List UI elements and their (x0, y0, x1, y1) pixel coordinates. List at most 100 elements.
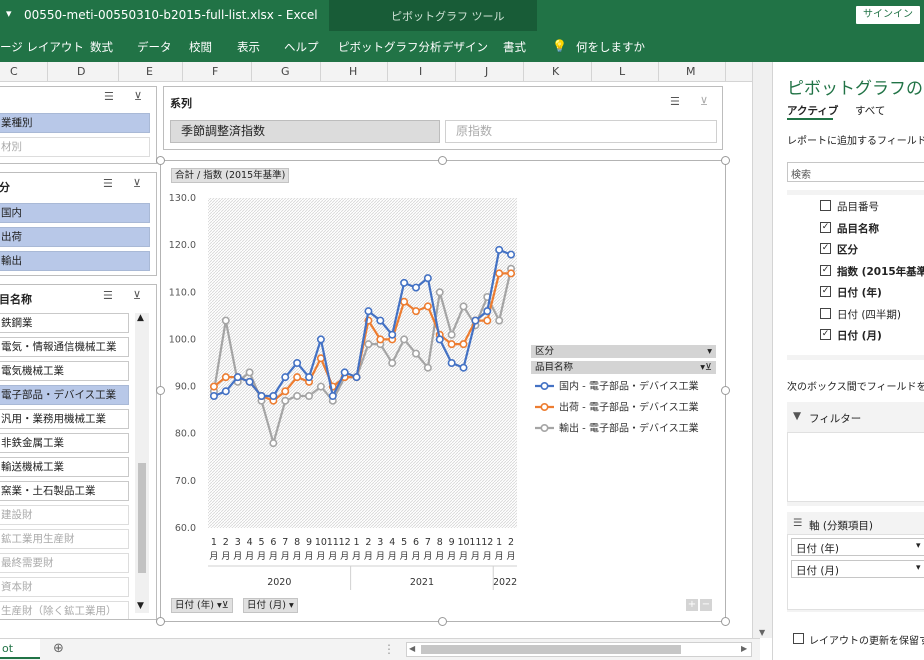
field-label[interactable]: 区分 (837, 242, 858, 257)
col-header[interactable]: G (281, 65, 290, 78)
tab-page-layout[interactable]: ージ レイアウト (0, 39, 84, 55)
multi-select-icon[interactable]: ☰ (103, 177, 113, 190)
pivot-chart[interactable]: 合計 / 指数 (2015年基準) 130.0 120.0 110.0 100.0 90… (160, 160, 726, 622)
slicer-item-name[interactable]: 目名称 ☰ ⊻ 鉄鋼業 電気・情報通信機械工業 電気機械工業 電子部品・デバイス… (0, 284, 157, 620)
axis-year-button[interactable]: 日付 (年) ▾⊻ (171, 598, 233, 613)
clear-filter-icon[interactable]: ⊻ (133, 289, 141, 302)
tab-pivotchart-analyze[interactable]: ピボットグラフ分析 (338, 39, 442, 55)
quick-access-dropdown-icon[interactable]: ▾ (6, 7, 12, 20)
legend-kubun-button[interactable]: 区分 ▾ (531, 345, 716, 358)
clear-filter-icon[interactable]: ⊻ (134, 90, 142, 103)
resize-handle[interactable] (438, 156, 447, 165)
slicer-item[interactable]: 鉄鋼業 (0, 313, 129, 333)
clear-filter-icon[interactable]: ⊻ (133, 177, 141, 190)
field-checkbox[interactable]: ✓ (820, 222, 831, 233)
tab-review[interactable]: 校閲 (189, 39, 212, 55)
slicer-item[interactable]: 窯業・土石製品工業 (0, 481, 129, 501)
tab-data[interactable]: データ (137, 39, 172, 55)
tab-formulas[interactable]: 数式 (90, 39, 113, 55)
field-label[interactable]: 品目番号 (837, 199, 879, 214)
filter-icon[interactable]: ▾⊻ (700, 361, 712, 374)
more-options-icon[interactable]: ⋮ (383, 642, 395, 656)
slicer-item[interactable]: 生産財（除く鉱工業用） (0, 601, 129, 619)
defer-update-checkbox[interactable] (793, 633, 804, 644)
field-checkbox[interactable]: ✓ (820, 286, 831, 297)
slicer-series[interactable]: 系列 ☰ ⊻ 季節調整済指数 原指数 (163, 86, 723, 150)
slicer-item[interactable]: 国内 (0, 203, 150, 223)
resize-handle[interactable] (156, 156, 165, 165)
resize-handle[interactable] (156, 386, 165, 395)
field-label[interactable]: 日付 (四半期) (837, 307, 901, 322)
scroll-thumb[interactable] (138, 463, 146, 573)
dropdown-icon[interactable]: ▾ (916, 563, 921, 573)
slicer-item[interactable]: 鉱工業用生産財 (0, 529, 129, 549)
axis-field-item[interactable]: 日付 (年) ▾ (791, 538, 924, 556)
field-checkbox[interactable] (820, 200, 831, 211)
col-header[interactable]: H (349, 65, 357, 78)
field-checkbox[interactable]: ✓ (820, 265, 831, 276)
slicer-item[interactable]: 資本財 (0, 577, 129, 597)
tab-active[interactable]: アクティブ (787, 103, 838, 118)
scroll-down-icon[interactable]: ▼ (137, 601, 144, 611)
col-header[interactable]: J (485, 65, 488, 78)
tab-all[interactable]: すべて (855, 103, 885, 118)
col-header[interactable]: I (419, 65, 422, 78)
slicer-item[interactable]: 季節調整済指数 (170, 120, 440, 143)
field-label[interactable]: 日付 (年) (837, 285, 882, 300)
resize-handle[interactable] (721, 156, 730, 165)
col-header[interactable]: L (619, 65, 625, 78)
slicer-item[interactable]: 輸出 (0, 251, 150, 271)
axis-area[interactable]: ☰ 軸 (分類項目) 日付 (年) ▾ 日付 (月) ▾ (787, 512, 924, 612)
collapse-field-button[interactable]: − (700, 599, 712, 611)
col-header[interactable]: F (212, 65, 218, 78)
field-label[interactable]: 品目名称 (837, 221, 879, 236)
col-header[interactable]: M (686, 65, 696, 78)
clear-filter-icon[interactable]: ⊻ (700, 95, 708, 108)
col-header[interactable]: D (77, 65, 85, 78)
multi-select-icon[interactable]: ☰ (103, 289, 113, 302)
slicer-item[interactable]: 出荷 (0, 227, 150, 247)
slicer-item[interactable]: 最終需要財 (0, 553, 129, 573)
vertical-scrollbar[interactable]: ▼ (752, 62, 772, 638)
slicer-item[interactable]: 汎用・業務用機械工業 (0, 409, 129, 429)
expand-field-button[interactable]: + (686, 599, 698, 611)
signin-button[interactable]: サインイン (856, 6, 920, 24)
slicer-item[interactable]: 電気・情報通信機械工業 (0, 337, 129, 357)
scroll-up-icon[interactable]: ▲ (137, 313, 144, 323)
slicer-item[interactable]: 電気機械工業 (0, 361, 129, 381)
scroll-down-icon[interactable]: ▼ (759, 628, 765, 637)
field-checkbox[interactable]: ✓ (820, 329, 831, 340)
col-header[interactable]: K (552, 65, 559, 78)
filter-area[interactable]: ▼ フィルター (787, 402, 924, 506)
resize-handle[interactable] (156, 617, 165, 626)
slicer-scrollbar[interactable]: ▲ ▼ (135, 313, 149, 613)
multi-select-icon[interactable]: ☰ (670, 95, 680, 108)
resize-handle[interactable] (438, 617, 447, 626)
filter-drop-zone[interactable] (787, 432, 924, 502)
field-checkbox[interactable] (820, 308, 831, 319)
horizontal-scrollbar[interactable]: ◀ ▶ (406, 642, 752, 657)
lightbulb-icon[interactable]: 💡 (552, 39, 567, 53)
tab-design[interactable]: デザイン (442, 39, 488, 55)
slicer-kubun[interactable]: 分 ☰ ⊻ 国内 出荷 輸出 (0, 172, 157, 276)
dropdown-icon[interactable]: ▾ (916, 541, 921, 551)
add-sheet-icon[interactable]: ⊕ (53, 641, 64, 656)
slicer-item[interactable]: 材別 (0, 137, 150, 157)
tab-view[interactable]: 表示 (237, 39, 260, 55)
slicer-item[interactable]: 非鉄金属工業 (0, 433, 129, 453)
resize-handle[interactable] (721, 386, 730, 395)
axis-field-item[interactable]: 日付 (月) ▾ (791, 560, 924, 578)
scroll-thumb[interactable] (421, 645, 681, 654)
field-label[interactable]: 指数 (2015年基準 (837, 264, 924, 279)
tab-format[interactable]: 書式 (503, 39, 526, 55)
slicer-item[interactable]: 電子部品・デバイス工業 (0, 385, 129, 405)
tell-me-box[interactable]: 何をしますか (576, 39, 645, 55)
col-header[interactable]: C (10, 65, 18, 78)
scroll-right-icon[interactable]: ▶ (741, 644, 747, 653)
slicer-item[interactable]: 原指数 (445, 120, 717, 143)
slicer-item[interactable]: 建設財 (0, 505, 129, 525)
slicer-item[interactable]: 輸送機械工業 (0, 457, 129, 477)
multi-select-icon[interactable]: ☰ (104, 90, 114, 103)
axis-month-button[interactable]: 日付 (月) ▾ (243, 598, 298, 613)
col-header[interactable]: E (146, 65, 153, 78)
